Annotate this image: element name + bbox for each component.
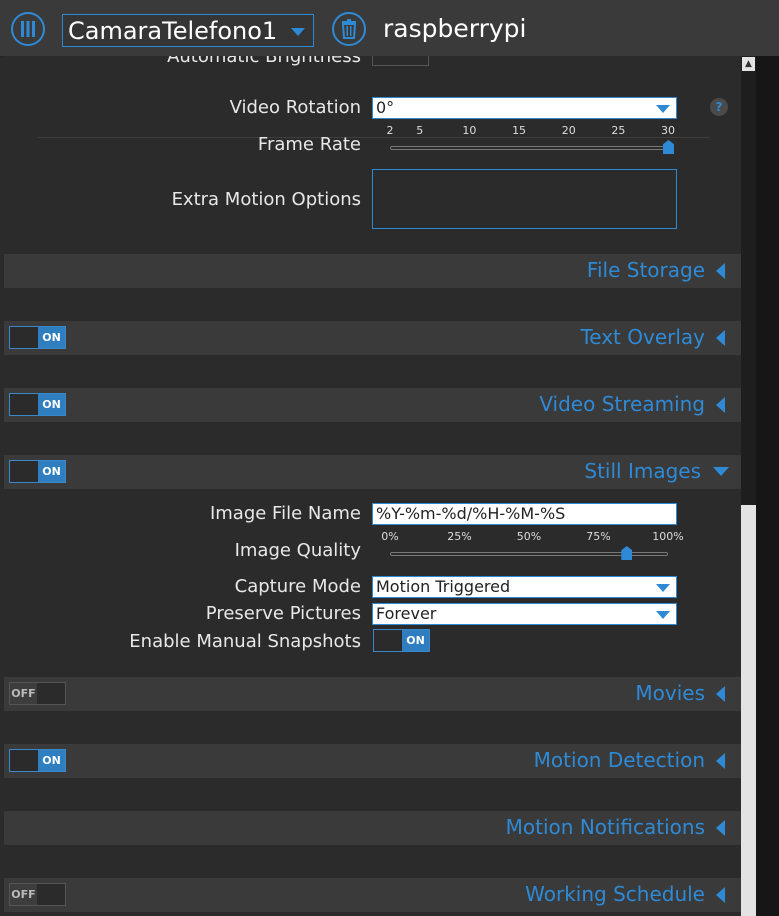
scrollbar-thumb[interactable] bbox=[741, 505, 756, 916]
capture-mode-select[interactable]: Motion Triggered bbox=[372, 576, 677, 598]
chevron-down-icon bbox=[656, 611, 670, 619]
image-quality-ticks: 0% 25% 50% 75% 100% bbox=[375, 530, 683, 544]
automatic-brightness-label: Automatic Brightness bbox=[167, 56, 361, 67]
toggle-label: ON bbox=[38, 327, 65, 348]
toggle-label: ON bbox=[38, 461, 65, 482]
extra-motion-options-label: Extra Motion Options bbox=[171, 189, 361, 210]
slider-tick-label: 25 bbox=[611, 124, 626, 137]
menu-bars-icon bbox=[21, 21, 35, 37]
automatic-brightness-toggle[interactable]: ON bbox=[372, 56, 429, 66]
slider-tick-label: 0% bbox=[381, 530, 399, 543]
section-text-overlay[interactable]: ON Text Overlay bbox=[4, 321, 741, 355]
preserve-pictures-label: Preserve Pictures bbox=[205, 603, 361, 624]
host-name: raspberrypi bbox=[383, 14, 527, 43]
working-schedule-toggle[interactable]: OFF bbox=[9, 883, 66, 906]
section-title: Video Streaming bbox=[539, 392, 705, 416]
section-movies[interactable]: OFF Movies bbox=[4, 677, 741, 711]
toggle-label: ON bbox=[38, 750, 65, 771]
image-file-name-value: %Y-%m-%d/%H-%M-%S bbox=[376, 504, 566, 523]
section-still-images[interactable]: ON Still Images bbox=[4, 455, 741, 489]
slider-tick-label: 5 bbox=[416, 124, 424, 137]
chevron-down-icon bbox=[656, 584, 670, 592]
section-title: Motion Detection bbox=[533, 748, 705, 772]
text-overlay-toggle[interactable]: ON bbox=[9, 326, 66, 349]
slider-tick-label: 15 bbox=[512, 124, 527, 137]
camera-select-value: CamaraTelefono1 bbox=[68, 17, 278, 45]
toggle-label: ON bbox=[402, 630, 429, 651]
movies-toggle[interactable]: OFF bbox=[9, 682, 66, 705]
collapse-arrow-icon bbox=[716, 397, 725, 413]
section-working-schedule[interactable]: OFF Working Schedule bbox=[4, 878, 741, 912]
capture-mode-value: Motion Triggered bbox=[376, 577, 511, 596]
chevron-down-icon bbox=[291, 28, 305, 36]
section-motion-notifications[interactable]: Motion Notifications bbox=[4, 811, 741, 845]
slider-tick-label: 20 bbox=[561, 124, 576, 137]
frame-rate-label: Frame Rate bbox=[257, 134, 361, 155]
settings-panel: Automatic Brightness ON Video Rotation 0… bbox=[4, 56, 741, 916]
collapse-arrow-icon bbox=[716, 820, 725, 836]
image-quality-label: Image Quality bbox=[234, 540, 361, 561]
toggle-label: ON bbox=[38, 394, 65, 415]
toggle-label: OFF bbox=[10, 683, 37, 704]
chevron-down-icon bbox=[656, 105, 670, 113]
extra-motion-options-textarea[interactable] bbox=[372, 169, 677, 229]
image-file-name-input[interactable]: %Y-%m-%d/%H-%M-%S bbox=[372, 503, 677, 525]
trash-icon bbox=[341, 19, 357, 39]
top-bar: CamaraTelefono1 raspberrypi bbox=[0, 0, 779, 57]
image-file-name-label: Image File Name bbox=[209, 503, 361, 524]
section-title: Working Schedule bbox=[525, 882, 705, 906]
still-images-toggle[interactable]: ON bbox=[9, 460, 66, 483]
section-title: File Storage bbox=[586, 258, 705, 282]
collapse-arrow-icon bbox=[716, 330, 725, 346]
slider-tick-label: 30 bbox=[661, 124, 675, 137]
frame-rate-slider-handle[interactable] bbox=[663, 140, 674, 154]
section-video-streaming[interactable]: ON Video Streaming bbox=[4, 388, 741, 422]
preserve-pictures-select[interactable]: Forever bbox=[372, 603, 677, 625]
background-area bbox=[756, 56, 779, 916]
slider-tick-label: 50% bbox=[516, 530, 542, 543]
motion-detection-toggle[interactable]: ON bbox=[9, 749, 66, 772]
menu-button[interactable] bbox=[11, 12, 45, 46]
video-streaming-toggle[interactable]: ON bbox=[9, 393, 66, 416]
section-title: Still Images bbox=[584, 459, 701, 483]
preserve-pictures-value: Forever bbox=[376, 604, 437, 623]
help-icon[interactable]: ? bbox=[710, 98, 728, 116]
camera-select[interactable]: CamaraTelefono1 bbox=[62, 14, 314, 47]
expand-arrow-icon bbox=[713, 467, 729, 476]
video-rotation-select[interactable]: 0° bbox=[372, 97, 677, 119]
section-title: Motion Notifications bbox=[505, 815, 705, 839]
manual-snapshots-toggle[interactable]: ON bbox=[373, 629, 430, 652]
scroll-up-arrow[interactable]: ▲ bbox=[742, 57, 755, 71]
section-file-storage[interactable]: File Storage bbox=[4, 254, 741, 288]
slider-tick-label: 10 bbox=[462, 124, 477, 137]
section-title: Text Overlay bbox=[580, 325, 705, 349]
toggle-label: OFF bbox=[10, 884, 37, 905]
section-motion-detection[interactable]: ON Motion Detection bbox=[4, 744, 741, 778]
collapse-arrow-icon bbox=[716, 263, 725, 279]
collapse-arrow-icon bbox=[716, 686, 725, 702]
frame-rate-ticks: 2 5 10 15 20 25 30 bbox=[375, 124, 676, 138]
slider-tick-label: 2 bbox=[386, 124, 394, 137]
capture-mode-label: Capture Mode bbox=[234, 576, 361, 597]
enable-manual-snapshots-label: Enable Manual Snapshots bbox=[129, 631, 361, 652]
video-rotation-label: Video Rotation bbox=[229, 97, 361, 118]
video-rotation-value: 0° bbox=[376, 98, 395, 117]
remove-camera-button[interactable] bbox=[332, 12, 366, 46]
slider-tick-label: 100% bbox=[652, 530, 684, 543]
collapse-arrow-icon bbox=[716, 753, 725, 769]
collapse-arrow-icon bbox=[716, 887, 725, 903]
frame-rate-slider-track[interactable] bbox=[390, 146, 668, 150]
image-quality-slider-handle[interactable] bbox=[621, 546, 633, 560]
slider-tick-label: 25% bbox=[447, 530, 472, 543]
section-title: Movies bbox=[635, 681, 705, 705]
slider-tick-label: 75% bbox=[586, 530, 611, 543]
